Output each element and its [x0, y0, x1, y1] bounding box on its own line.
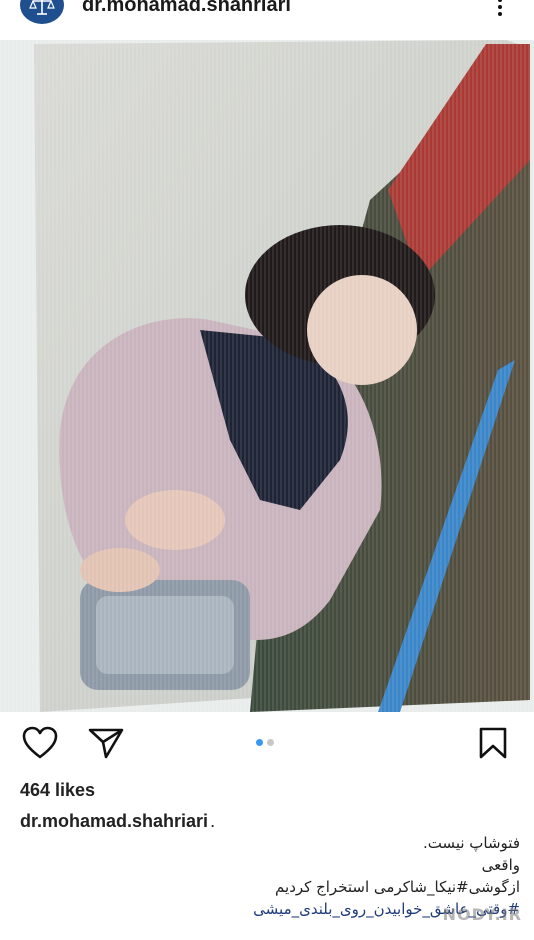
avatar[interactable]: [20, 0, 64, 24]
post-author-username[interactable]: dr.mohamad.shahriari: [82, 0, 291, 17]
caption-line: ازگوشی#نیکا_شاکرمی استخراج کردیم: [275, 878, 520, 896]
post-actions: [0, 718, 534, 770]
more-vertical-icon[interactable]: [492, 0, 508, 16]
scales-of-justice-icon: [29, 0, 55, 15]
likes-count[interactable]: 464 likes: [20, 780, 95, 801]
carousel-indicator: [256, 739, 274, 746]
carousel-dot[interactable]: [267, 739, 274, 746]
heart-icon[interactable]: [22, 726, 58, 760]
carousel-dot[interactable]: [256, 739, 263, 746]
caption-username[interactable]: dr.mohamad.shahriari.: [20, 811, 215, 832]
post-image[interactable]: [0, 40, 534, 712]
post-header: dr.mohamad.shahriari: [0, 0, 534, 40]
caption-username-text[interactable]: dr.mohamad.shahriari: [20, 811, 208, 831]
caption-username-suffix: .: [210, 811, 216, 831]
caption-line: واقعی: [481, 856, 520, 874]
bookmark-icon[interactable]: [478, 726, 508, 760]
watermark: NODY.IR: [442, 905, 522, 924]
caption-line: فتوشاپ نیست.: [422, 834, 520, 852]
paper-plane-icon[interactable]: [88, 726, 124, 760]
